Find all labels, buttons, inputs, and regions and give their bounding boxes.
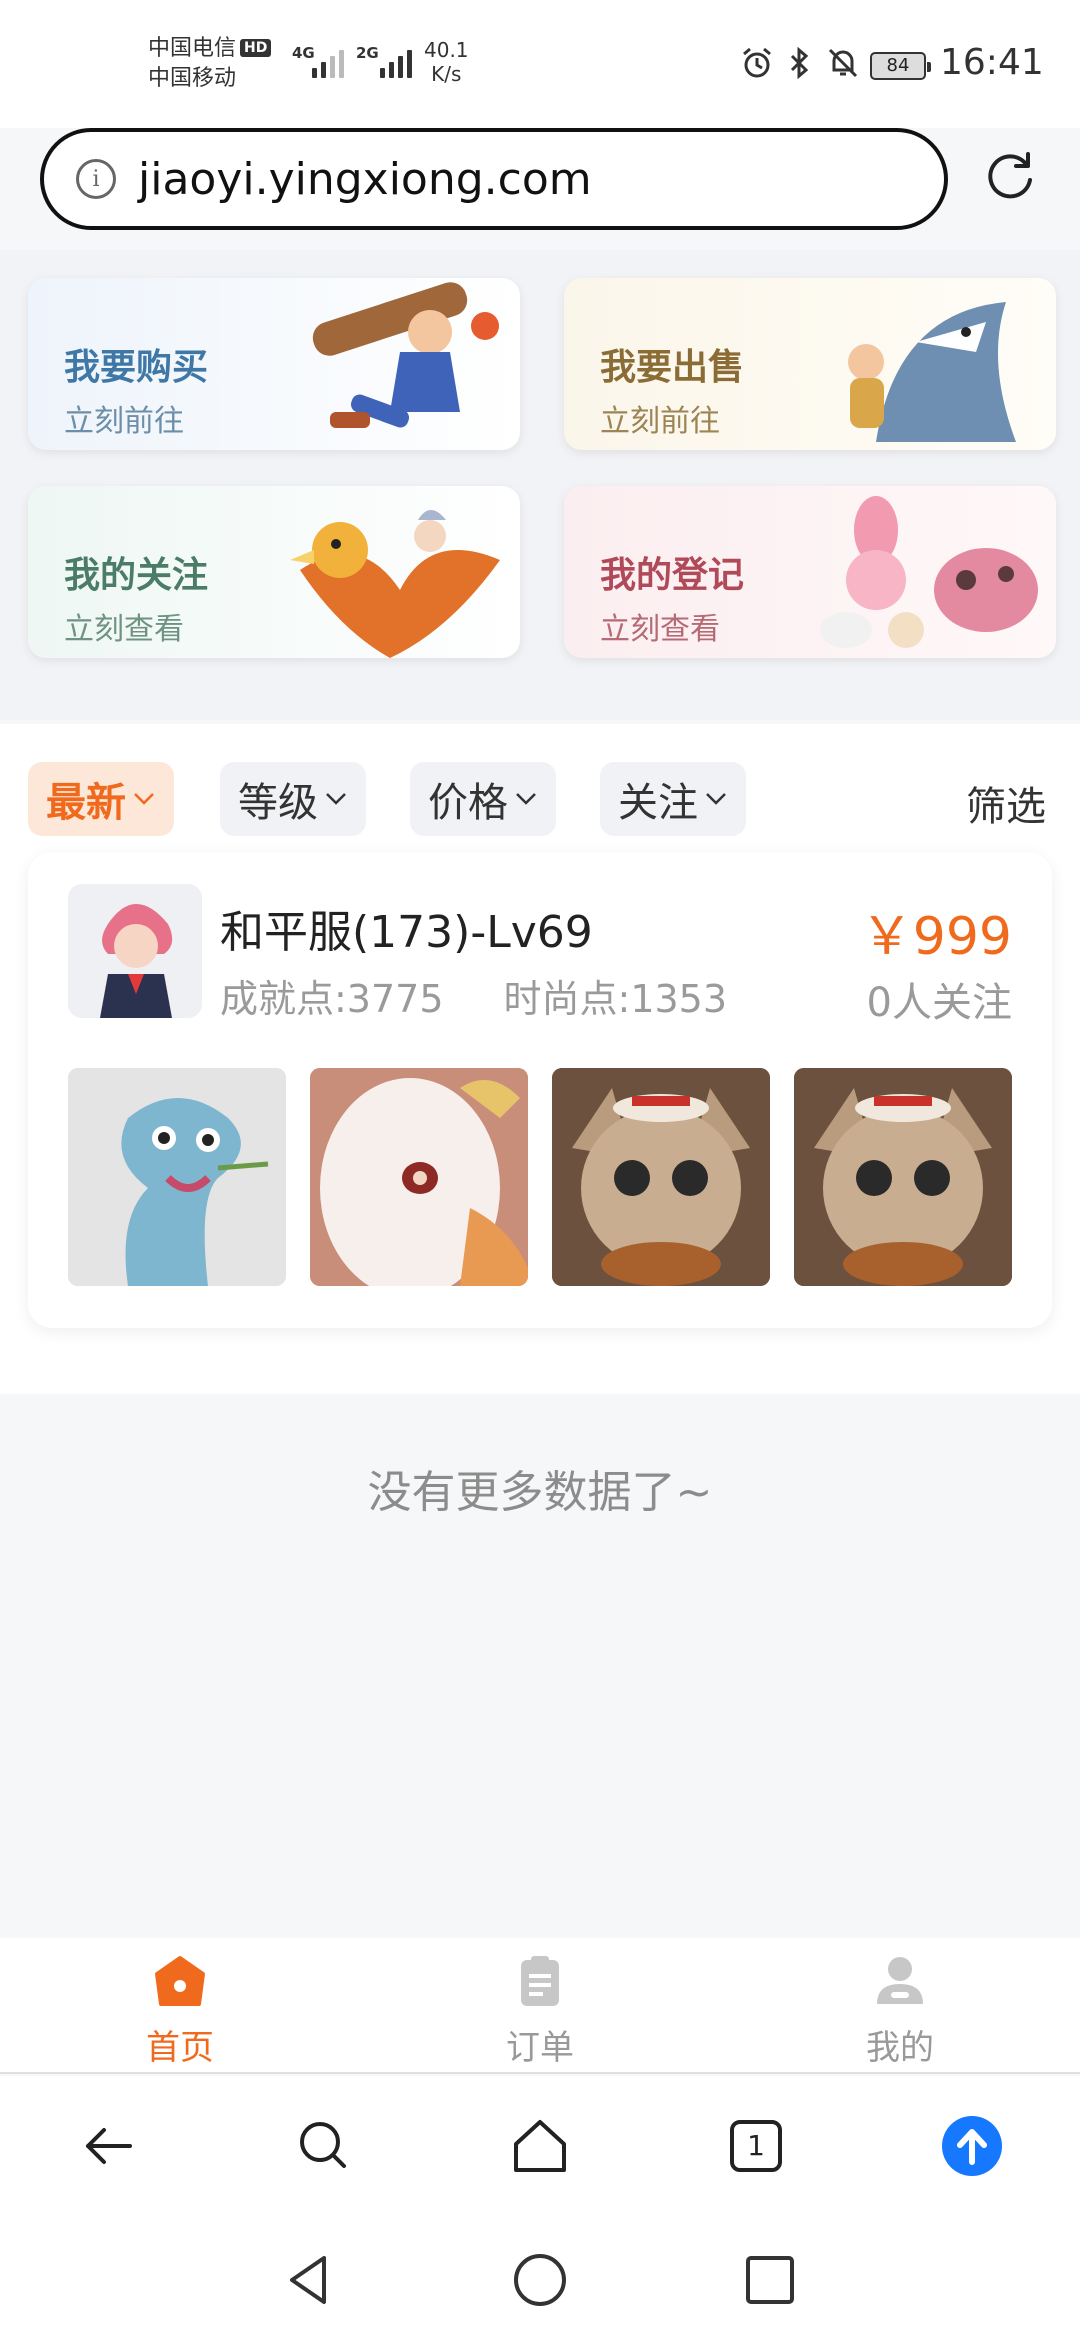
carrier-1: 中国电信: [148, 36, 237, 61]
back-arrow-icon[interactable]: [76, 2114, 140, 2178]
tab-orders-label: 订单: [506, 2028, 574, 2068]
filter-price-label: 价格: [428, 780, 508, 826]
signal-bars-1-icon: [312, 44, 344, 78]
filter-level-label: 等级: [238, 780, 318, 826]
network-speed: 40.1 K/s: [424, 38, 469, 86]
tab-orders[interactable]: 订单: [440, 1954, 640, 2069]
pet-thumbnail-squirrel-2[interactable]: [794, 1068, 1012, 1286]
nav-home-circle-icon[interactable]: [510, 2250, 570, 2310]
upload-arrow-icon[interactable]: [940, 2114, 1004, 2178]
tab-count: 1: [747, 2129, 765, 2162]
listing-title[interactable]: 和平服(173)-Lv69: [220, 896, 593, 960]
filter-button[interactable]: 筛选: [966, 774, 1046, 832]
signal-bars-2-icon: [380, 44, 412, 78]
speed-unit: K/s: [431, 62, 462, 86]
chevron-down-icon: [134, 793, 154, 805]
status-icons: [740, 46, 860, 80]
registration-card-subtitle: 立刻查看: [600, 612, 720, 647]
tabs-counter-icon[interactable]: 1: [724, 2114, 788, 2178]
nav-recents-square-icon[interactable]: [740, 2250, 800, 2310]
battery-indicator: 84: [870, 52, 931, 80]
buy-card[interactable]: 我要购买 立刻前往: [28, 278, 520, 450]
watchlist-card-title: 我的关注: [64, 555, 209, 596]
chevron-down-icon: [706, 793, 726, 805]
shark-character-image: [848, 302, 1016, 442]
home-icon: [155, 1956, 205, 2006]
tab-home-label: 首页: [146, 2028, 214, 2068]
search-icon[interactable]: [292, 2114, 356, 2178]
listing-price: ￥999: [860, 907, 1012, 967]
mute-bell-icon: [828, 48, 858, 78]
achievement-points: 成就点:3775: [220, 977, 444, 1021]
user-icon: [877, 1957, 923, 2004]
home-page-icon[interactable]: [508, 2114, 572, 2178]
bluetooth-icon: [790, 46, 809, 80]
no-more-data-text: 没有更多数据了~: [367, 1467, 713, 1518]
follower-count: 0人关注: [866, 980, 1012, 1026]
chevron-down-icon: [326, 793, 346, 805]
sell-card-subtitle: 立刻前往: [600, 404, 720, 439]
clock: 16:41: [940, 42, 1044, 83]
filter-price[interactable]: 价格: [410, 762, 556, 836]
filter-level[interactable]: 等级: [220, 762, 366, 836]
filter-follow[interactable]: 关注: [600, 762, 746, 836]
url-text[interactable]: jiaoyi.yingxiong.com: [138, 154, 592, 205]
buy-card-title: 我要购买: [64, 347, 209, 388]
rabbit-image: [310, 1068, 528, 1286]
fashion-points: 时尚点:1353: [503, 977, 728, 1021]
clipboard-icon: [521, 1956, 559, 2006]
bird-rider-character-image: [290, 510, 500, 658]
filter-follow-label: 关注: [618, 780, 698, 826]
registration-card[interactable]: 我的登记 立刻查看: [564, 486, 1056, 658]
address-bar[interactable]: i jiaoyi.yingxiong.com: [40, 128, 948, 230]
network-type-2: 2G: [356, 44, 379, 62]
listing-stats: 成就点:3775 时尚点:1353: [220, 968, 727, 1023]
character-log-carrier-image: [312, 282, 499, 428]
filter-latest[interactable]: 最新: [28, 762, 174, 836]
speed-value: 40.1: [424, 38, 469, 62]
pet-thumbnail-dragon[interactable]: [68, 1068, 286, 1286]
carrier-2: 中国移动: [148, 66, 237, 91]
character-avatar-image: [68, 884, 202, 1018]
pet-thumbnail-squirrel-1[interactable]: [552, 1068, 770, 1286]
pets-group-image: [820, 496, 1038, 648]
character-avatar: [68, 884, 202, 1018]
tab-mine[interactable]: 我的: [800, 1954, 1000, 2069]
dragon-image: [68, 1068, 286, 1286]
squirrel-image: [552, 1068, 770, 1286]
watchlist-card[interactable]: 我的关注 立刻查看: [28, 486, 520, 658]
status-bar: 中国电信 HD 中国移动 4G 2G 40.1 K/s 84 16:41: [0, 0, 1080, 128]
filter-latest-label: 最新: [46, 780, 126, 826]
registration-card-title: 我的登记: [600, 555, 745, 596]
alarm-icon: [743, 47, 771, 78]
carrier-info: 中国电信 HD 中国移动: [148, 34, 272, 94]
info-icon[interactable]: i: [76, 159, 116, 199]
tab-home[interactable]: 首页: [80, 1954, 280, 2069]
buy-card-subtitle: 立刻前往: [64, 404, 184, 439]
pet-thumbnail-rabbit[interactable]: [310, 1068, 528, 1286]
sell-card-title: 我要出售: [600, 347, 745, 388]
nav-back-triangle-icon[interactable]: [280, 2250, 340, 2310]
hd-badge: HD: [240, 39, 272, 57]
chevron-down-icon: [516, 793, 536, 805]
sell-card[interactable]: 我要出售 立刻前往: [564, 278, 1056, 450]
watchlist-card-subtitle: 立刻查看: [64, 612, 184, 647]
tab-mine-label: 我的: [866, 2028, 934, 2068]
reload-icon[interactable]: [980, 146, 1040, 206]
squirrel-image: [794, 1068, 1012, 1286]
